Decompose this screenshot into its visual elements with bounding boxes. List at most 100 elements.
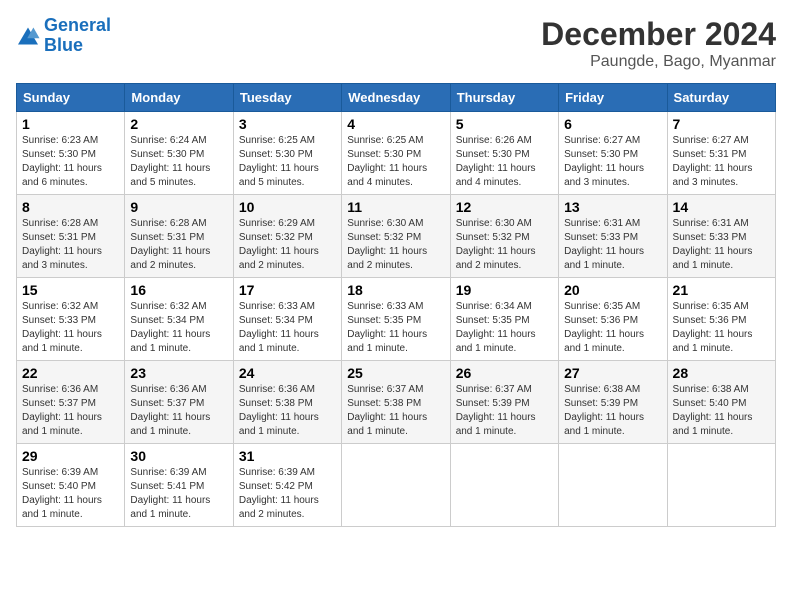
day-number: 15: [22, 282, 119, 298]
day-info: Sunrise: 6:27 AM Sunset: 5:31 PM Dayligh…: [673, 134, 770, 190]
day-number: 13: [564, 199, 661, 215]
calendar-cell: 24Sunrise: 6:36 AM Sunset: 5:38 PM Dayli…: [233, 361, 341, 444]
day-number: 9: [130, 199, 227, 215]
calendar-table: SundayMondayTuesdayWednesdayThursdayFrid…: [16, 83, 776, 527]
day-info: Sunrise: 6:35 AM Sunset: 5:36 PM Dayligh…: [564, 300, 661, 356]
calendar-cell: 28 Sunrise: 6:38 AM Sunset: 5:40 PM Dayli…: [667, 361, 775, 444]
calendar-cell: 13Sunrise: 6:31 AM Sunset: 5:33 PM Dayli…: [559, 195, 667, 278]
day-number: 23: [130, 365, 227, 381]
calendar-cell: 4 Sunrise: 6:25 AM Sunset: 5:30 PM Daylig…: [342, 112, 450, 195]
day-number: 20: [564, 282, 661, 298]
day-number: 8: [22, 199, 119, 215]
calendar-week-row: 15 Sunrise: 6:32 AM Sunset: 5:33 PM Dayli…: [17, 278, 776, 361]
day-number: 21: [673, 282, 770, 298]
calendar-cell: 5 Sunrise: 6:26 AM Sunset: 5:30 PM Daylig…: [450, 112, 558, 195]
day-info: Sunrise: 6:39 AM Sunset: 5:42 PM Dayligh…: [239, 466, 336, 522]
calendar-header-sunday: Sunday: [17, 84, 125, 112]
day-info: Sunrise: 6:39 AM Sunset: 5:41 PM Dayligh…: [130, 466, 227, 522]
title-block: December 2024 Paungde, Bago, Myanmar: [541, 16, 776, 71]
day-number: 19: [456, 282, 553, 298]
day-info: Sunrise: 6:36 AM Sunset: 5:37 PM Dayligh…: [130, 383, 227, 439]
calendar-week-row: 29 Sunrise: 6:39 AM Sunset: 5:40 PM Dayli…: [17, 444, 776, 527]
calendar-cell: 25Sunrise: 6:37 AM Sunset: 5:38 PM Dayli…: [342, 361, 450, 444]
logo-text: General Blue: [44, 16, 111, 56]
day-number: 31: [239, 448, 336, 464]
day-number: 27: [564, 365, 661, 381]
main-title: December 2024: [541, 16, 776, 53]
day-number: 28: [673, 365, 770, 381]
day-info: Sunrise: 6:32 AM Sunset: 5:33 PM Dayligh…: [22, 300, 119, 356]
day-info: Sunrise: 6:28 AM Sunset: 5:31 PM Dayligh…: [130, 217, 227, 273]
day-info: Sunrise: 6:32 AM Sunset: 5:34 PM Dayligh…: [130, 300, 227, 356]
calendar-cell: 20 Sunrise: 6:35 AM Sunset: 5:36 PM Dayli…: [559, 278, 667, 361]
calendar-cell: 27Sunrise: 6:38 AM Sunset: 5:39 PM Dayli…: [559, 361, 667, 444]
calendar-cell: 16 Sunrise: 6:32 AM Sunset: 5:34 PM Dayli…: [125, 278, 233, 361]
calendar-cell: 9 Sunrise: 6:28 AM Sunset: 5:31 PM Daylig…: [125, 195, 233, 278]
day-info: Sunrise: 6:25 AM Sunset: 5:30 PM Dayligh…: [347, 134, 444, 190]
calendar-cell: 12 Sunrise: 6:30 AM Sunset: 5:32 PM Dayli…: [450, 195, 558, 278]
day-info: Sunrise: 6:38 AM Sunset: 5:40 PM Dayligh…: [673, 383, 770, 439]
day-number: 1: [22, 116, 119, 132]
calendar-header-thursday: Thursday: [450, 84, 558, 112]
calendar-cell: 8 Sunrise: 6:28 AM Sunset: 5:31 PM Daylig…: [17, 195, 125, 278]
day-info: Sunrise: 6:30 AM Sunset: 5:32 PM Dayligh…: [456, 217, 553, 273]
calendar-cell: 10Sunrise: 6:29 AM Sunset: 5:32 PM Dayli…: [233, 195, 341, 278]
day-info: Sunrise: 6:33 AM Sunset: 5:35 PM Dayligh…: [347, 300, 444, 356]
day-number: 16: [130, 282, 227, 298]
day-number: 6: [564, 116, 661, 132]
day-info: Sunrise: 6:37 AM Sunset: 5:38 PM Dayligh…: [347, 383, 444, 439]
day-number: 3: [239, 116, 336, 132]
day-number: 17: [239, 282, 336, 298]
calendar-cell: 14 Sunrise: 6:31 AM Sunset: 5:33 PM Dayli…: [667, 195, 775, 278]
day-number: 5: [456, 116, 553, 132]
calendar-cell: [559, 444, 667, 527]
day-number: 22: [22, 365, 119, 381]
day-info: Sunrise: 6:26 AM Sunset: 5:30 PM Dayligh…: [456, 134, 553, 190]
calendar-cell: 15 Sunrise: 6:32 AM Sunset: 5:33 PM Dayli…: [17, 278, 125, 361]
day-info: Sunrise: 6:27 AM Sunset: 5:30 PM Dayligh…: [564, 134, 661, 190]
day-number: 30: [130, 448, 227, 464]
day-info: Sunrise: 6:35 AM Sunset: 5:36 PM Dayligh…: [673, 300, 770, 356]
day-number: 7: [673, 116, 770, 132]
page-header: General Blue December 2024 Paungde, Bago…: [16, 16, 776, 71]
day-info: Sunrise: 6:36 AM Sunset: 5:38 PM Dayligh…: [239, 383, 336, 439]
day-info: Sunrise: 6:29 AM Sunset: 5:32 PM Dayligh…: [239, 217, 336, 273]
calendar-cell: 1 Sunrise: 6:23 AM Sunset: 5:30 PM Daylig…: [17, 112, 125, 195]
day-info: Sunrise: 6:30 AM Sunset: 5:32 PM Dayligh…: [347, 217, 444, 273]
day-number: 29: [22, 448, 119, 464]
calendar-cell: 17 Sunrise: 6:33 AM Sunset: 5:34 PM Dayli…: [233, 278, 341, 361]
calendar-cell: 23 Sunrise: 6:36 AM Sunset: 5:37 PM Dayli…: [125, 361, 233, 444]
calendar-cell: [342, 444, 450, 527]
day-info: Sunrise: 6:39 AM Sunset: 5:40 PM Dayligh…: [22, 466, 119, 522]
calendar-cell: 7 Sunrise: 6:27 AM Sunset: 5:31 PM Daylig…: [667, 112, 775, 195]
day-number: 26: [456, 365, 553, 381]
logo: General Blue: [16, 16, 111, 56]
day-info: Sunrise: 6:33 AM Sunset: 5:34 PM Dayligh…: [239, 300, 336, 356]
calendar-cell: 21 Sunrise: 6:35 AM Sunset: 5:36 PM Dayli…: [667, 278, 775, 361]
calendar-week-row: 22 Sunrise: 6:36 AM Sunset: 5:37 PM Dayli…: [17, 361, 776, 444]
calendar-week-row: 8 Sunrise: 6:28 AM Sunset: 5:31 PM Daylig…: [17, 195, 776, 278]
day-number: 14: [673, 199, 770, 215]
calendar-cell: 26 Sunrise: 6:37 AM Sunset: 5:39 PM Dayli…: [450, 361, 558, 444]
day-number: 4: [347, 116, 444, 132]
calendar-header-tuesday: Tuesday: [233, 84, 341, 112]
day-info: Sunrise: 6:23 AM Sunset: 5:30 PM Dayligh…: [22, 134, 119, 190]
calendar-cell: 2Sunrise: 6:24 AM Sunset: 5:30 PM Daylig…: [125, 112, 233, 195]
calendar-cell: [667, 444, 775, 527]
calendar-cell: 18Sunrise: 6:33 AM Sunset: 5:35 PM Dayli…: [342, 278, 450, 361]
day-info: Sunrise: 6:31 AM Sunset: 5:33 PM Dayligh…: [673, 217, 770, 273]
calendar-cell: 3 Sunrise: 6:25 AM Sunset: 5:30 PM Daylig…: [233, 112, 341, 195]
day-number: 2: [130, 116, 227, 132]
calendar-cell: 31 Sunrise: 6:39 AM Sunset: 5:42 PM Dayli…: [233, 444, 341, 527]
calendar-cell: 22Sunrise: 6:36 AM Sunset: 5:37 PM Dayli…: [17, 361, 125, 444]
calendar-header-friday: Friday: [559, 84, 667, 112]
calendar-cell: 30 Sunrise: 6:39 AM Sunset: 5:41 PM Dayli…: [125, 444, 233, 527]
day-info: Sunrise: 6:37 AM Sunset: 5:39 PM Dayligh…: [456, 383, 553, 439]
day-info: Sunrise: 6:28 AM Sunset: 5:31 PM Dayligh…: [22, 217, 119, 273]
calendar-header-wednesday: Wednesday: [342, 84, 450, 112]
calendar-header-monday: Monday: [125, 84, 233, 112]
day-number: 11: [347, 199, 444, 215]
calendar-cell: 29 Sunrise: 6:39 AM Sunset: 5:40 PM Dayli…: [17, 444, 125, 527]
day-info: Sunrise: 6:25 AM Sunset: 5:30 PM Dayligh…: [239, 134, 336, 190]
day-number: 12: [456, 199, 553, 215]
